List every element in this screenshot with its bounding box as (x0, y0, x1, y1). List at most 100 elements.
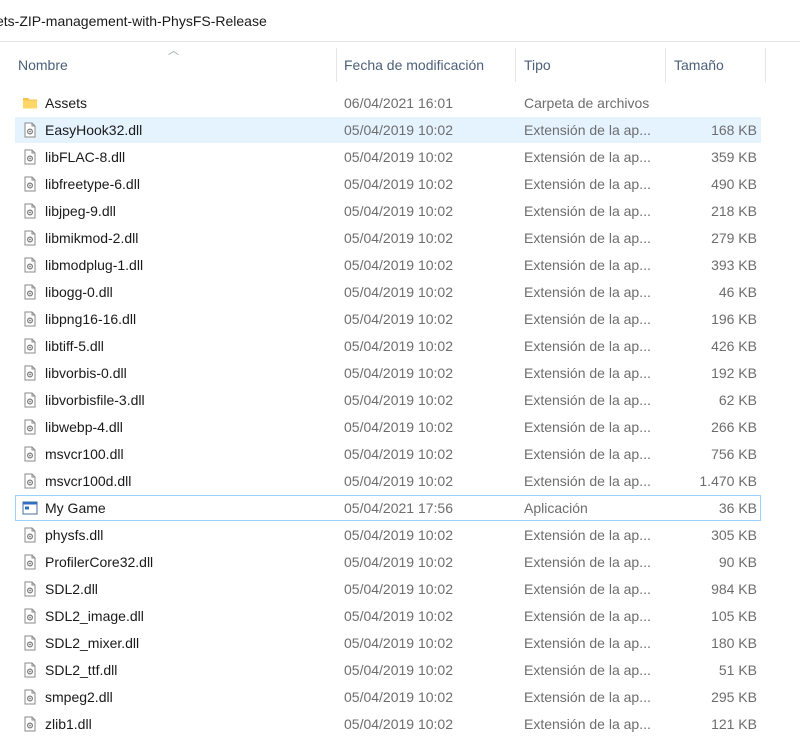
file-name: SDL2_ttf.dll (45, 662, 118, 678)
file-row[interactable]: smpeg2.dll 05/04/2019 10:02 Extensión de l… (15, 684, 761, 710)
file-name: libwebp-4.dll (45, 419, 123, 435)
file-name: libFLAC-8.dll (45, 149, 126, 165)
file-name: msvcr100d.dll (45, 473, 132, 489)
file-name: SDL2_image.dll (45, 608, 144, 624)
dll-file-icon (22, 662, 38, 678)
file-date: 05/04/2019 10:02 (344, 554, 453, 570)
file-name: libogg-0.dll (45, 284, 113, 300)
file-row[interactable]: msvcr100.dll 05/04/2019 10:02 Extensión de… (15, 441, 761, 467)
file-size: 51 KB (718, 662, 757, 678)
file-row[interactable]: libjpeg-9.dll 05/04/2019 10:02 Extensión d… (15, 198, 761, 224)
file-row[interactable]: msvcr100d.dll 05/04/2019 10:02 Extensión d… (15, 468, 761, 494)
file-size: 266 KB (711, 419, 757, 435)
file-type: Extensión de la ap... (524, 581, 651, 597)
file-row[interactable]: libpng16-16.dll 05/04/2019 10:02 Extensión… (15, 306, 761, 332)
file-size: 36 KB (718, 500, 757, 516)
file-row[interactable]: ProfilerCore32.dll 05/04/2019 10:02 Extens… (15, 549, 761, 575)
file-row[interactable]: libvorbisfile-3.dll 05/04/2019 10:02 Exten… (15, 387, 761, 413)
dll-file-icon (22, 608, 38, 624)
file-row[interactable]: libFLAC-8.dll 05/04/2019 10:02 Extensión d… (15, 144, 761, 170)
column-header-date[interactable]: Fecha de modificación (344, 48, 484, 82)
file-name: libfreetype-6.dll (45, 176, 140, 192)
file-row[interactable]: zlib1.dll 05/04/2019 10:02 Extensión de la… (15, 711, 761, 737)
file-row[interactable]: libfreetype-6.dll 05/04/2019 10:02 Extensi… (15, 171, 761, 197)
file-type: Extensión de la ap... (524, 716, 651, 732)
file-row[interactable]: libwebp-4.dll 05/04/2019 10:02 Extensión d… (15, 414, 761, 440)
file-name: SDL2.dll (45, 581, 98, 597)
dll-file-icon (22, 284, 38, 300)
file-date: 05/04/2019 10:02 (344, 608, 453, 624)
file-name: libmodplug-1.dll (45, 257, 144, 273)
file-row[interactable]: EasyHook32.dll 05/04/2019 10:02 Extensión … (15, 117, 761, 143)
file-date: 05/04/2019 10:02 (344, 203, 453, 219)
file-row[interactable]: Assets 06/04/2021 16:01 Carpeta de archivo… (15, 90, 761, 116)
column-header-type[interactable]: Tipo (524, 48, 551, 82)
file-row[interactable]: SDL2.dll 05/04/2019 10:02 Extensión de la … (15, 576, 761, 602)
file-type: Extensión de la ap... (524, 689, 651, 705)
file-size: 90 KB (718, 554, 757, 570)
file-date: 05/04/2019 10:02 (344, 635, 453, 651)
file-type: Extensión de la ap... (524, 554, 651, 570)
file-size: 168 KB (711, 122, 757, 138)
file-row[interactable]: libvorbis-0.dll 05/04/2019 10:02 Extensión… (15, 360, 761, 386)
file-row[interactable]: My Game 05/04/2021 17:56 Aplicación 36 KB (15, 495, 761, 521)
file-row[interactable]: libogg-0.dll 05/04/2019 10:02 Extensión de… (15, 279, 761, 305)
file-row[interactable]: libmikmod-2.dll 05/04/2019 10:02 Extensión… (15, 225, 761, 251)
file-type: Extensión de la ap... (524, 392, 651, 408)
file-date: 05/04/2019 10:02 (344, 149, 453, 165)
file-size: 984 KB (711, 581, 757, 597)
file-size: 426 KB (711, 338, 757, 354)
dll-file-icon (22, 689, 38, 705)
file-name: zlib1.dll (45, 716, 92, 732)
file-row[interactable]: libtiff-5.dll 05/04/2019 10:02 Extensión d… (15, 333, 761, 359)
file-name: libtiff-5.dll (45, 338, 104, 354)
file-type: Extensión de la ap... (524, 635, 651, 651)
file-name: SDL2_mixer.dll (45, 635, 140, 651)
file-row[interactable]: SDL2_ttf.dll 05/04/2019 10:02 Extensión de… (15, 657, 761, 683)
file-name: libjpeg-9.dll (45, 203, 116, 219)
dll-file-icon (22, 230, 38, 246)
column-divider[interactable] (765, 48, 766, 82)
file-size: 295 KB (711, 689, 757, 705)
dll-file-icon (22, 419, 38, 435)
file-size: 359 KB (711, 149, 757, 165)
file-type: Extensión de la ap... (524, 419, 651, 435)
column-divider[interactable] (336, 48, 337, 82)
folder-icon (22, 95, 38, 111)
file-row[interactable]: SDL2_mixer.dll 05/04/2019 10:02 Extensión … (15, 630, 761, 656)
file-size: 180 KB (711, 635, 757, 651)
address-bar[interactable]: ets-ZIP-management-with-PhysFS-Release (0, 0, 800, 42)
file-type: Extensión de la ap... (524, 662, 651, 678)
dll-file-icon (22, 473, 38, 489)
file-type: Extensión de la ap... (524, 338, 651, 354)
file-name: smpeg2.dll (45, 689, 113, 705)
dll-file-icon (22, 527, 38, 543)
file-date: 05/04/2019 10:02 (344, 419, 453, 435)
column-header-name[interactable]: Nombre (18, 48, 68, 82)
file-name: physfs.dll (45, 527, 104, 543)
file-date: 05/04/2019 10:02 (344, 257, 453, 273)
column-divider[interactable] (515, 48, 516, 82)
dll-file-icon (22, 365, 38, 381)
file-date: 05/04/2019 10:02 (344, 365, 453, 381)
file-row[interactable]: libmodplug-1.dll 05/04/2019 10:02 Extensió… (15, 252, 761, 278)
file-date: 06/04/2021 16:01 (344, 95, 453, 111)
column-divider[interactable] (665, 48, 666, 82)
dll-file-icon (22, 122, 38, 138)
address-path[interactable]: ets-ZIP-management-with-PhysFS-Release (0, 13, 267, 29)
file-date: 05/04/2019 10:02 (344, 662, 453, 678)
file-row[interactable]: physfs.dll 05/04/2019 10:02 Extensión de l… (15, 522, 761, 548)
file-type: Aplicación (524, 500, 588, 516)
file-name: ProfilerCore32.dll (45, 554, 154, 570)
file-type: Extensión de la ap... (524, 527, 651, 543)
file-date: 05/04/2021 17:56 (344, 500, 453, 516)
file-date: 05/04/2019 10:02 (344, 338, 453, 354)
file-row[interactable]: SDL2_image.dll 05/04/2019 10:02 Extensión … (15, 603, 761, 629)
file-type: Extensión de la ap... (524, 473, 651, 489)
file-name: Assets (45, 95, 88, 111)
file-type: Extensión de la ap... (524, 608, 651, 624)
column-header-size[interactable]: Tamaño (674, 48, 724, 82)
file-size: 305 KB (711, 527, 757, 543)
sort-ascending-icon: ︿ (168, 45, 179, 57)
file-type: Extensión de la ap... (524, 365, 651, 381)
